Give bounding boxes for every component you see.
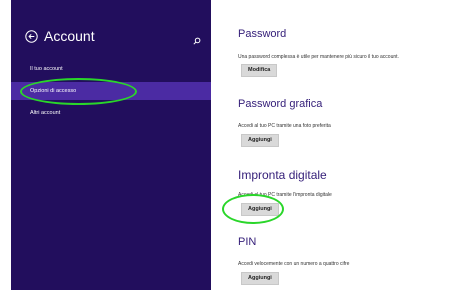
main-content: Password Una password complessa è utile …: [211, 0, 459, 290]
picture-password-title: Password grafica: [238, 98, 323, 110]
sidebar-title: Account: [44, 28, 95, 44]
password-title: Password: [238, 28, 287, 40]
sidebar: Account Il tuo account Opzioni di access…: [11, 0, 211, 290]
pc-settings-window: Account Il tuo account Opzioni di access…: [0, 0, 459, 290]
sidebar-header: Account: [25, 28, 201, 48]
back-arrow-icon[interactable]: [25, 30, 38, 43]
picture-password-description: Accedi al tuo PC tramite una foto prefer…: [238, 123, 331, 129]
pin-add-button[interactable]: Aggiungi: [241, 272, 279, 285]
sidebar-item-your-account[interactable]: Il tuo account: [11, 60, 211, 78]
password-change-button[interactable]: Modifica: [241, 64, 278, 77]
sidebar-item-label: Altri account: [30, 110, 61, 116]
sidebar-item-label: Il tuo account: [30, 66, 63, 72]
fingerprint-add-button[interactable]: Aggiungi: [241, 203, 279, 216]
fingerprint-description: Accedi al tuo PC tramite l'impronta digi…: [238, 192, 332, 198]
sidebar-item-sign-in-options[interactable]: Opzioni di accesso: [11, 82, 211, 100]
pin-title: PIN: [238, 236, 257, 248]
pin-description: Accedi velocemente con un numero a quatt…: [238, 261, 350, 267]
password-description: Una password complessa è utile per mante…: [238, 54, 399, 60]
picture-password-add-button[interactable]: Aggiungi: [241, 134, 279, 147]
sidebar-item-other-accounts[interactable]: Altri account: [11, 104, 211, 122]
search-icon[interactable]: [193, 32, 201, 45]
fingerprint-title: Impronta digitale: [238, 168, 327, 182]
sidebar-item-label: Opzioni di accesso: [30, 88, 77, 94]
